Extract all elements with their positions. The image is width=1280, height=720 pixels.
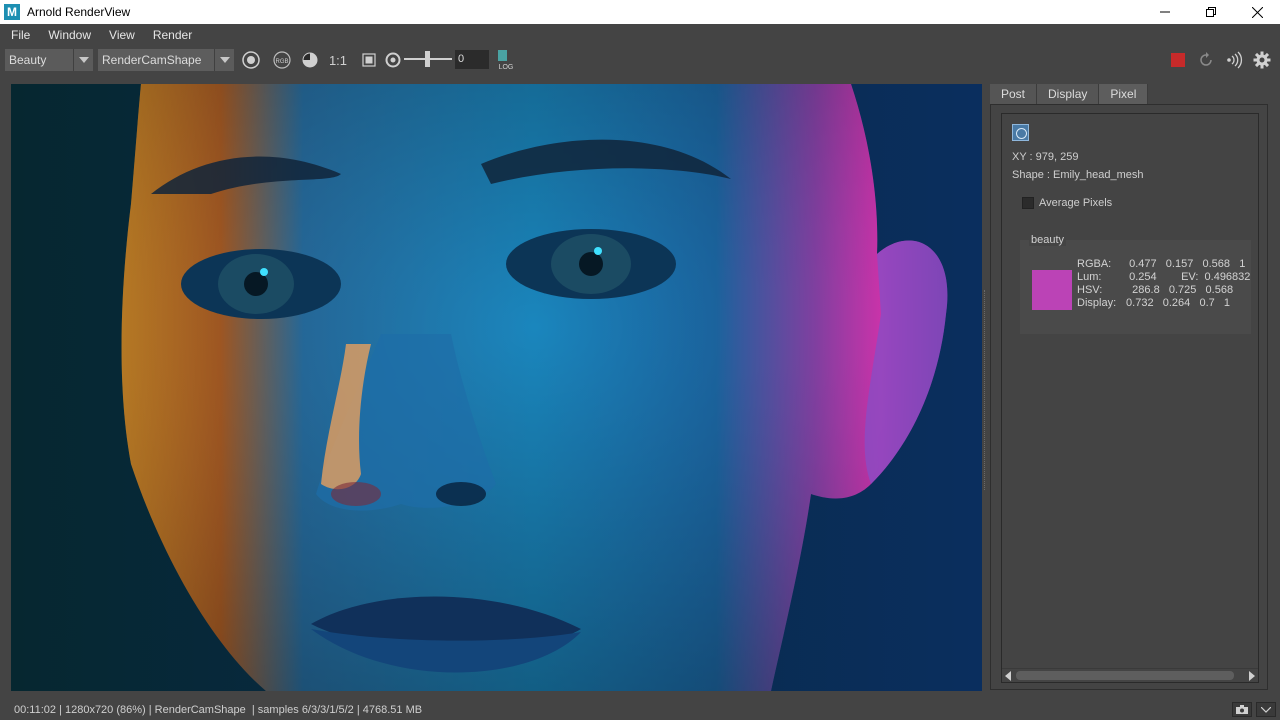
rgba-row: RGBA: 0.477 0.157 0.568 1 [1077, 258, 1250, 271]
ipr-button[interactable] [1224, 50, 1244, 70]
window-title: Arnold RenderView [27, 5, 131, 19]
tab-display[interactable]: Display [1037, 84, 1100, 104]
chevron-down-icon [214, 49, 234, 71]
horizontal-scrollbar[interactable] [1002, 668, 1258, 682]
scroll-left-icon[interactable] [1005, 671, 1011, 681]
exposure-input[interactable]: 0 [455, 50, 489, 69]
toolbar: Beauty RenderCamShape RGB 1:1 [0, 46, 1280, 74]
restore-icon [1206, 7, 1216, 17]
rendered-face-image [11, 84, 982, 691]
pixel-xy: XY : 979, 259 [1012, 151, 1079, 163]
pixel-info-box: XY : 979, 259 Shape : Emily_head_mesh Av… [1001, 113, 1259, 683]
refresh-render-button[interactable] [1196, 50, 1216, 70]
tab-post[interactable]: Post [990, 84, 1038, 104]
aov-dropdown-value: Beauty [9, 53, 47, 67]
stop-icon [1171, 53, 1185, 67]
row-label: RGBA: [1077, 258, 1112, 270]
tab-pixel[interactable]: Pixel [1099, 84, 1149, 104]
pixel-tab-body: XY : 979, 259 Shape : Emily_head_mesh Av… [990, 104, 1268, 690]
panel-splitter[interactable] [984, 290, 986, 490]
rgb-icon: RGB [273, 51, 291, 69]
contrast-icon [302, 52, 318, 68]
scrollbar-thumb[interactable] [1016, 671, 1234, 680]
menu-window[interactable]: Window [42, 28, 97, 42]
pixel-values: RGBA: 0.477 0.157 0.568 1 Lum: 0.254 EV:… [1077, 258, 1250, 310]
status-text: 00:11:02 | 1280x720 (86%) | RenderCamSha… [14, 704, 423, 716]
gear-icon [1253, 51, 1271, 69]
settings-button[interactable] [1252, 50, 1272, 70]
exposure-slider-handle[interactable] [425, 51, 430, 67]
pixel-picker-icon[interactable] [1012, 124, 1029, 141]
one-to-one-button[interactable]: 1:1 [327, 50, 349, 70]
maya-app-icon: M [4, 4, 20, 20]
menu-render[interactable]: Render [147, 28, 198, 42]
menu-view[interactable]: View [103, 28, 141, 42]
pixel-color-swatch [1032, 270, 1072, 310]
chevron-down-icon [73, 49, 93, 71]
alpha-toggle-button[interactable] [300, 50, 320, 70]
svg-text:LOG: LOG [499, 64, 514, 71]
exposure-reset-button[interactable] [383, 50, 403, 70]
pixel-shape: Shape : Emily_head_mesh [1012, 169, 1144, 181]
lum-row: Lum: 0.254 EV: 0.496832 [1077, 271, 1250, 284]
average-pixels-label: Average Pixels [1039, 197, 1113, 209]
frame-icon [362, 53, 376, 67]
row-value: 0.732 0.264 0.7 1 [1123, 297, 1231, 309]
frame-all-button[interactable] [359, 50, 379, 70]
render-viewport[interactable] [0, 76, 990, 700]
scroll-right-icon[interactable] [1249, 671, 1255, 681]
minimize-button[interactable] [1142, 0, 1188, 24]
aov-group-title: beauty [1029, 234, 1067, 246]
snapshot-button[interactable] [1232, 702, 1252, 717]
aov-pixel-group: beauty RGBA: 0.477 0.157 0.568 1 Lum: 0.… [1020, 234, 1251, 334]
minimize-icon [1160, 11, 1170, 13]
row-value: 286.8 0.725 0.568 [1123, 284, 1234, 296]
row-value: 0.477 0.157 0.568 1 [1123, 258, 1246, 270]
panel-tabs: Post Display Pixel [990, 84, 1149, 104]
aperture-icon [385, 52, 401, 68]
chevron-down-icon [1261, 706, 1271, 713]
display-row: Display: 0.732 0.264 0.7 1 [1077, 297, 1250, 310]
camera-icon [1236, 705, 1248, 714]
refresh-icon [1200, 52, 1212, 66]
camera-dropdown-value: RenderCamShape [102, 53, 202, 67]
rgb-channel-button[interactable]: RGB [272, 50, 292, 70]
title-bar: M Arnold RenderView [0, 0, 1280, 24]
row-label: Display: [1077, 297, 1117, 309]
row-label: Lum: [1077, 271, 1102, 283]
snapshot-menu-button[interactable] [1256, 702, 1276, 717]
window-controls [1142, 0, 1280, 24]
row-value: 0.254 EV: 0.496832 [1123, 271, 1251, 283]
svg-text:RGB: RGB [275, 59, 288, 65]
aov-dropdown[interactable]: Beauty [5, 49, 93, 71]
stop-render-button[interactable] [1168, 50, 1188, 70]
broadcast-icon [1227, 51, 1243, 69]
menu-file[interactable]: File [5, 28, 36, 42]
status-bar: 00:11:02 | 1280x720 (86%) | RenderCamSha… [0, 700, 1280, 720]
circle-target-icon [242, 51, 260, 69]
log-button[interactable]: LOG [496, 49, 516, 71]
average-pixels-checkbox[interactable] [1022, 197, 1034, 209]
maximize-button[interactable] [1188, 0, 1234, 24]
menu-bar: File Window View Render [0, 24, 1280, 46]
close-button[interactable] [1234, 0, 1280, 24]
camera-dropdown[interactable]: RenderCamShape [98, 49, 234, 71]
display-mode-button[interactable] [241, 50, 261, 70]
close-icon [1251, 6, 1263, 18]
render-image[interactable] [11, 84, 982, 691]
row-label: HSV: [1077, 284, 1103, 296]
log-icon: LOG [498, 50, 514, 71]
side-panel: Post Display Pixel XY : 979, 259 Shape :… [990, 84, 1268, 690]
hsv-row: HSV: 286.8 0.725 0.568 [1077, 284, 1250, 297]
